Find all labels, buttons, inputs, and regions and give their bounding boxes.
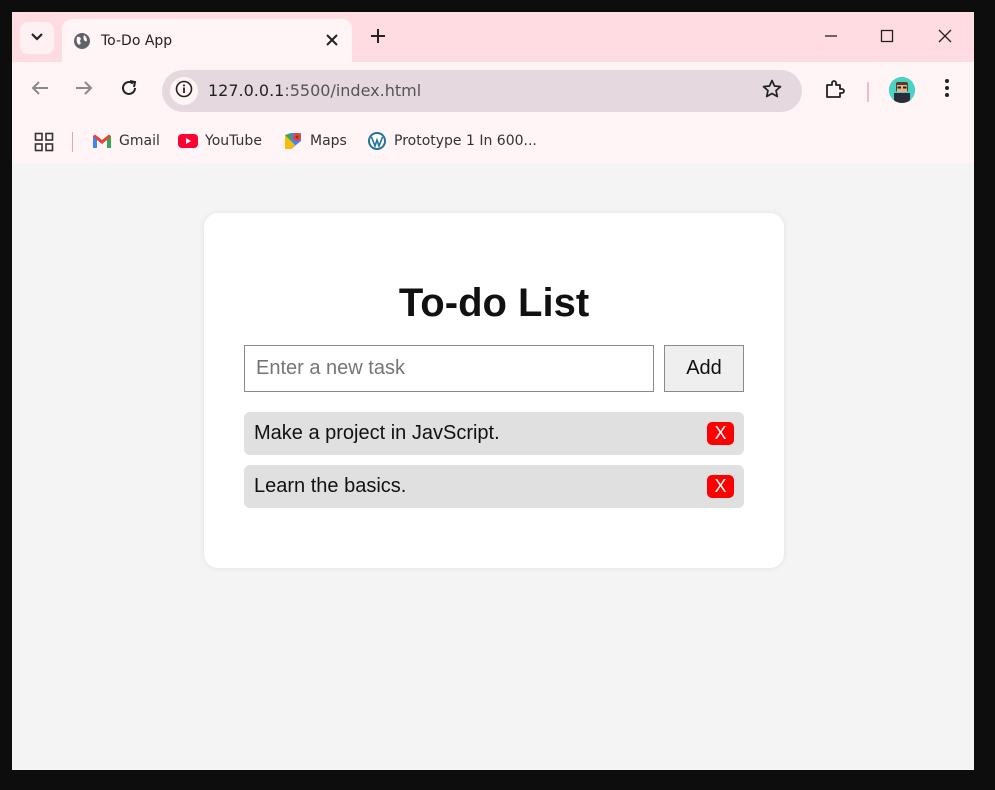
task-item[interactable]: Learn the basics. X (244, 465, 744, 508)
url-path: :5500/index.html (284, 81, 422, 100)
page-title: To-do List (398, 281, 590, 325)
globe-icon (73, 32, 91, 50)
maximize-button[interactable] (872, 26, 902, 50)
chevron-down-icon (30, 29, 44, 47)
minimize-button[interactable] (816, 26, 846, 50)
bookmark-label: Maps (310, 133, 347, 149)
todo-card: To-do List Add Make a project in JavScri… (204, 213, 784, 568)
bookmarks-bar: Gmail YouTube Maps Prototype 1 In 600... (12, 118, 974, 163)
task-text: Learn the basics. (254, 475, 407, 497)
arrow-left-icon (31, 80, 49, 101)
browser-window: To-Do App 127.0.0.1:5500/index.html Gmai… (12, 12, 974, 770)
gmail-icon (92, 131, 112, 151)
browser-toolbar: 127.0.0.1:5500/index.html (12, 62, 974, 118)
bookmark-maps[interactable]: Maps (283, 129, 347, 153)
info-icon (175, 80, 193, 103)
address-bar[interactable]: 127.0.0.1:5500/index.html (162, 70, 802, 112)
browser-menu-button[interactable] (935, 78, 959, 102)
add-task-button[interactable]: Add (664, 345, 744, 392)
bookmark-star-button[interactable] (760, 79, 784, 103)
tab-title: To-Do App (101, 32, 173, 49)
bookmark-gmail[interactable]: Gmail (92, 129, 160, 153)
close-icon (938, 29, 952, 48)
more-vertical-icon (944, 78, 950, 103)
bookmarks-divider (72, 132, 73, 152)
minimize-icon (824, 29, 838, 48)
maps-icon (283, 131, 303, 151)
reload-icon (120, 79, 138, 102)
close-icon[interactable] (322, 30, 342, 50)
apps-grid-icon[interactable] (34, 132, 54, 152)
delete-task-button[interactable]: X (707, 475, 734, 498)
maximize-icon (880, 29, 894, 48)
reload-button[interactable] (117, 78, 141, 102)
youtube-icon (178, 131, 198, 151)
bookmark-label: Prototype 1 In 600... (394, 133, 537, 149)
arrow-right-icon (75, 80, 93, 101)
wordpress-icon (367, 131, 387, 151)
url-text: 127.0.0.1:5500/index.html (208, 81, 421, 100)
task-text: Make a project in JavScript. (254, 422, 500, 444)
extensions-button[interactable] (822, 78, 848, 104)
forward-button[interactable] (72, 78, 96, 102)
star-icon (762, 79, 782, 104)
tab-todo-app[interactable]: To-Do App (62, 19, 352, 62)
puzzle-icon (824, 78, 846, 105)
tab-search-button[interactable] (20, 22, 54, 54)
task-list: Make a project in JavScript. X Learn the… (244, 412, 744, 518)
site-info-button[interactable] (170, 77, 198, 105)
url-host: 127.0.0.1 (208, 81, 285, 100)
tab-strip: To-Do App (12, 12, 974, 62)
page-viewport: To-do List Add Make a project in JavScri… (12, 163, 974, 770)
bookmark-youtube[interactable]: YouTube (178, 129, 262, 153)
profile-avatar[interactable] (889, 77, 915, 103)
close-window-button[interactable] (930, 26, 960, 50)
toolbar-divider (867, 82, 869, 102)
bookmark-label: YouTube (205, 133, 262, 149)
task-item[interactable]: Make a project in JavScript. X (244, 412, 744, 455)
plus-icon (370, 28, 386, 49)
bookmark-label: Gmail (119, 133, 160, 149)
back-button[interactable] (28, 78, 52, 102)
bookmark-prototype[interactable]: Prototype 1 In 600... (367, 129, 537, 153)
task-input[interactable] (244, 345, 654, 392)
delete-task-button[interactable]: X (707, 422, 734, 445)
new-tab-button[interactable] (366, 26, 390, 50)
